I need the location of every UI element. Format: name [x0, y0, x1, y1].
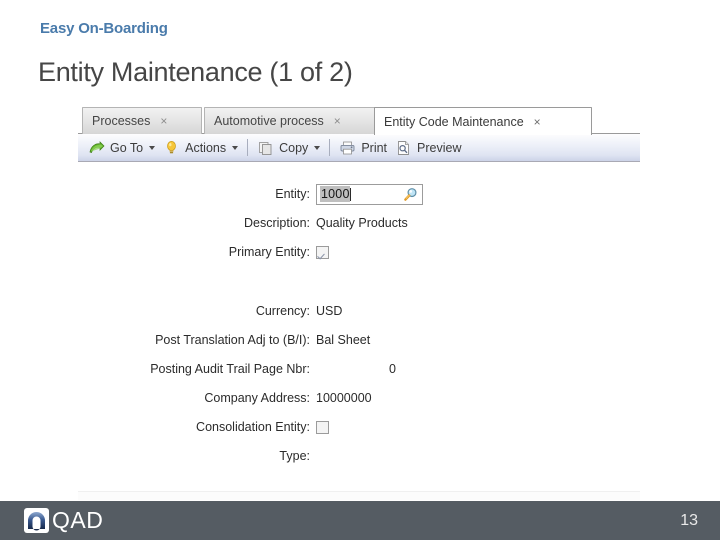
copy-pages-icon	[257, 140, 274, 156]
primary-entity-checkbox[interactable]	[316, 245, 329, 259]
goto-label: Go To	[110, 140, 144, 155]
actions-button[interactable]: Actions	[159, 137, 242, 159]
green-arrow-icon	[88, 140, 105, 156]
consolidation-entity-label: Consolidation Entity:	[196, 420, 310, 434]
copy-label: Copy	[279, 140, 309, 155]
field-row-audit-page-nbr: Posting Audit Trail Page Nbr: 0	[78, 359, 396, 379]
lightbulb-icon	[163, 140, 180, 156]
toolbar-separator	[247, 139, 249, 156]
field-row-consolidation-entity: Consolidation Entity:	[78, 417, 329, 437]
qad-arch-logo-icon	[24, 508, 49, 533]
primary-entity-label: Primary Entity:	[228, 245, 310, 259]
type-label: Type:	[279, 449, 310, 463]
qad-logo: QAD	[24, 507, 103, 534]
preview-label: Preview	[417, 140, 462, 155]
field-row-currency: Currency: USD	[78, 301, 343, 321]
tab-automotive-process[interactable]: Automotive process ×	[204, 107, 384, 134]
print-button[interactable]: Print	[335, 137, 391, 159]
description-value: Quality Products	[316, 216, 408, 230]
magnifier-icon[interactable]	[402, 187, 418, 203]
app-screenshot-panel: Processes × Automotive process × Entity …	[78, 104, 640, 500]
page-title: Entity Maintenance (1 of 2)	[38, 57, 353, 87]
preview-button[interactable]: Preview	[391, 137, 465, 159]
post-translation-label: Post Translation Adj to (B/I):	[155, 333, 310, 347]
tab-strip: Processes × Automotive process × Entity …	[78, 104, 640, 135]
field-row-primary-entity: Primary Entity:	[78, 242, 329, 262]
goto-button[interactable]: Go To	[84, 137, 159, 159]
description-label: Description:	[244, 216, 310, 230]
print-label: Print	[361, 140, 388, 155]
toolbar: Go To Actions Copy Print Preview	[78, 134, 640, 162]
tab-label: Processes	[92, 114, 151, 128]
tab-entity-code-maintenance[interactable]: Entity Code Maintenance ×	[374, 107, 592, 135]
currency-label: Currency:	[255, 304, 310, 318]
close-icon[interactable]: ×	[534, 116, 541, 128]
qad-logo-text: QAD	[52, 507, 104, 533]
slide-kicker: Easy On-Boarding	[40, 20, 168, 37]
field-row-company-address: Company Address: 10000000	[78, 388, 372, 408]
close-icon[interactable]: ×	[334, 115, 341, 127]
field-row-post-translation: Post Translation Adj to (B/I): Bal Sheet	[78, 330, 370, 350]
text-cursor	[349, 187, 351, 201]
chevron-down-icon[interactable]	[314, 145, 321, 150]
copy-button[interactable]: Copy	[253, 137, 324, 159]
post-translation-value: Bal Sheet	[316, 333, 371, 347]
toolbar-separator	[329, 139, 331, 156]
close-icon[interactable]: ×	[160, 115, 167, 127]
company-address-value: 10000000	[316, 391, 372, 405]
currency-value: USD	[316, 304, 343, 318]
entity-label: Entity:	[275, 187, 310, 201]
preview-page-icon	[395, 140, 412, 156]
panel-bottom-edge	[78, 491, 640, 500]
actions-label: Actions	[185, 140, 227, 155]
tab-processes[interactable]: Processes ×	[82, 107, 202, 134]
field-row-entity: Entity: 1000	[78, 183, 423, 205]
field-row-type: Type:	[78, 446, 316, 466]
company-address-label: Company Address:	[204, 391, 310, 405]
entity-value: 1000	[320, 186, 350, 202]
page-number: 13	[680, 511, 698, 529]
audit-page-nbr-label: Posting Audit Trail Page Nbr:	[150, 362, 310, 376]
entity-form: Entity: 1000 Description: Quality Produc…	[78, 162, 640, 500]
tab-label: Automotive process	[214, 114, 324, 128]
entity-input[interactable]: 1000	[316, 183, 423, 205]
footer-bar: QAD 13	[0, 501, 720, 540]
consolidation-entity-checkbox[interactable]	[316, 420, 329, 434]
chevron-down-icon[interactable]	[149, 145, 156, 150]
chevron-down-icon[interactable]	[232, 145, 239, 150]
audit-page-nbr-value: 0	[389, 362, 396, 376]
printer-icon	[339, 140, 356, 156]
tab-label: Entity Code Maintenance	[384, 114, 524, 129]
field-row-description: Description: Quality Products	[78, 213, 408, 233]
